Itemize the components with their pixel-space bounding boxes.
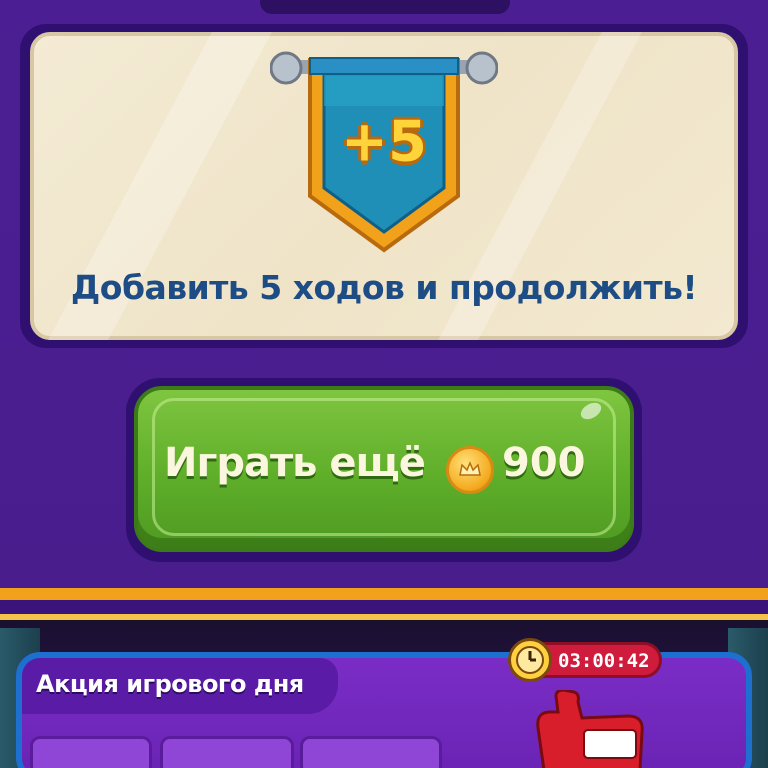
promo-item-slot[interactable] (300, 736, 442, 768)
promo-item-slot[interactable] (30, 736, 152, 768)
foam-hand-icon (536, 690, 644, 768)
offer-subtitle: Добавить 5 ходов и продолжить! (70, 268, 698, 307)
clock-icon (508, 638, 552, 682)
crown-icon (459, 461, 481, 476)
play-again-price[interactable]: 900 (502, 440, 586, 486)
plus-moves-banner: +5 (269, 46, 499, 256)
plus-five-label: +5 (341, 109, 427, 175)
play-again-label[interactable]: Играть ещё (164, 440, 426, 486)
top-title-strip (260, 0, 510, 14)
promo-item-slot[interactable] (160, 736, 294, 768)
divider-stripe (0, 600, 768, 614)
divider-stripe (0, 588, 768, 600)
promo-timer-text: 03:00:42 (558, 650, 650, 672)
promo-title: Акция игрового дня (36, 670, 304, 698)
